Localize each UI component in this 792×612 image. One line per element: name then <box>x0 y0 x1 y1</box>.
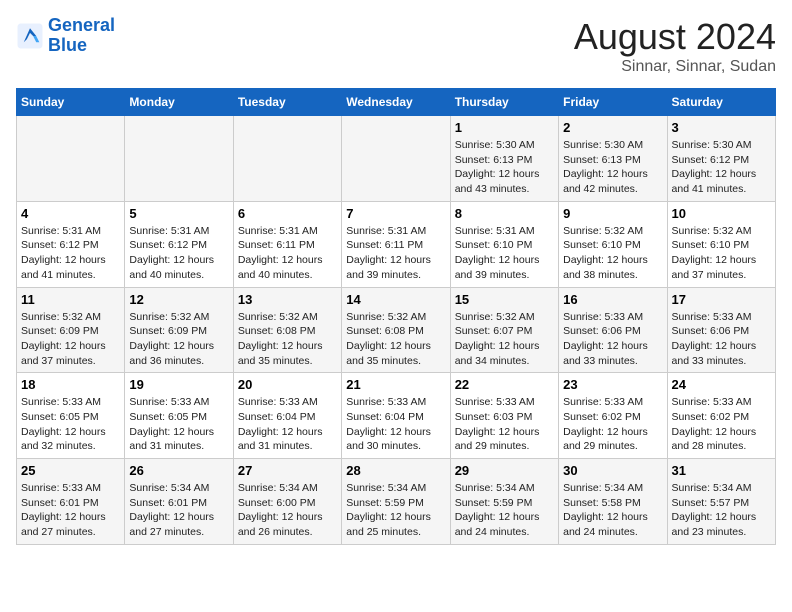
calendar-cell: 29Sunrise: 5:34 AMSunset: 5:59 PMDayligh… <box>450 459 558 545</box>
calendar-cell: 8Sunrise: 5:31 AMSunset: 6:10 PMDaylight… <box>450 201 558 287</box>
calendar-cell: 21Sunrise: 5:33 AMSunset: 6:04 PMDayligh… <box>342 373 450 459</box>
calendar-cell: 10Sunrise: 5:32 AMSunset: 6:10 PMDayligh… <box>667 201 775 287</box>
calendar-cell: 19Sunrise: 5:33 AMSunset: 6:05 PMDayligh… <box>125 373 233 459</box>
calendar-cell: 11Sunrise: 5:32 AMSunset: 6:09 PMDayligh… <box>17 287 125 373</box>
calendar-cell: 12Sunrise: 5:32 AMSunset: 6:09 PMDayligh… <box>125 287 233 373</box>
calendar-cell: 25Sunrise: 5:33 AMSunset: 6:01 PMDayligh… <box>17 459 125 545</box>
calendar-cell <box>233 116 341 202</box>
calendar-cell: 3Sunrise: 5:30 AMSunset: 6:12 PMDaylight… <box>667 116 775 202</box>
calendar-cell: 26Sunrise: 5:34 AMSunset: 6:01 PMDayligh… <box>125 459 233 545</box>
subtitle: Sinnar, Sinnar, Sudan <box>574 58 776 76</box>
calendar-week-row: 4Sunrise: 5:31 AMSunset: 6:12 PMDaylight… <box>17 201 776 287</box>
calendar-week-row: 11Sunrise: 5:32 AMSunset: 6:09 PMDayligh… <box>17 287 776 373</box>
calendar-cell: 13Sunrise: 5:32 AMSunset: 6:08 PMDayligh… <box>233 287 341 373</box>
calendar-cell: 31Sunrise: 5:34 AMSunset: 5:57 PMDayligh… <box>667 459 775 545</box>
header-day: Tuesday <box>233 89 341 116</box>
header-day: Saturday <box>667 89 775 116</box>
header-day: Friday <box>559 89 667 116</box>
calendar-cell: 27Sunrise: 5:34 AMSunset: 6:00 PMDayligh… <box>233 459 341 545</box>
calendar-cell: 15Sunrise: 5:32 AMSunset: 6:07 PMDayligh… <box>450 287 558 373</box>
calendar-cell: 30Sunrise: 5:34 AMSunset: 5:58 PMDayligh… <box>559 459 667 545</box>
calendar-cell: 23Sunrise: 5:33 AMSunset: 6:02 PMDayligh… <box>559 373 667 459</box>
calendar-cell: 6Sunrise: 5:31 AMSunset: 6:11 PMDaylight… <box>233 201 341 287</box>
main-title: August 2024 <box>574 16 776 58</box>
calendar-cell: 18Sunrise: 5:33 AMSunset: 6:05 PMDayligh… <box>17 373 125 459</box>
calendar-cell <box>125 116 233 202</box>
calendar-cell: 5Sunrise: 5:31 AMSunset: 6:12 PMDaylight… <box>125 201 233 287</box>
calendar-cell: 22Sunrise: 5:33 AMSunset: 6:03 PMDayligh… <box>450 373 558 459</box>
calendar-cell: 4Sunrise: 5:31 AMSunset: 6:12 PMDaylight… <box>17 201 125 287</box>
calendar-cell: 28Sunrise: 5:34 AMSunset: 5:59 PMDayligh… <box>342 459 450 545</box>
calendar-cell: 16Sunrise: 5:33 AMSunset: 6:06 PMDayligh… <box>559 287 667 373</box>
logo: General Blue <box>16 16 115 56</box>
calendar-week-row: 25Sunrise: 5:33 AMSunset: 6:01 PMDayligh… <box>17 459 776 545</box>
header-day: Sunday <box>17 89 125 116</box>
calendar-cell <box>17 116 125 202</box>
title-block: August 2024 Sinnar, Sinnar, Sudan <box>574 16 776 76</box>
header-day: Thursday <box>450 89 558 116</box>
calendar-cell <box>342 116 450 202</box>
calendar-week-row: 18Sunrise: 5:33 AMSunset: 6:05 PMDayligh… <box>17 373 776 459</box>
calendar-cell: 17Sunrise: 5:33 AMSunset: 6:06 PMDayligh… <box>667 287 775 373</box>
calendar-table: SundayMondayTuesdayWednesdayThursdayFrid… <box>16 88 776 545</box>
calendar-cell: 24Sunrise: 5:33 AMSunset: 6:02 PMDayligh… <box>667 373 775 459</box>
calendar-cell: 20Sunrise: 5:33 AMSunset: 6:04 PMDayligh… <box>233 373 341 459</box>
calendar-week-row: 1Sunrise: 5:30 AMSunset: 6:13 PMDaylight… <box>17 116 776 202</box>
calendar-cell: 2Sunrise: 5:30 AMSunset: 6:13 PMDaylight… <box>559 116 667 202</box>
page-header: General Blue August 2024 Sinnar, Sinnar,… <box>16 16 776 76</box>
logo-icon <box>16 22 44 50</box>
calendar-cell: 7Sunrise: 5:31 AMSunset: 6:11 PMDaylight… <box>342 201 450 287</box>
logo-text: General Blue <box>48 16 115 56</box>
calendar-cell: 1Sunrise: 5:30 AMSunset: 6:13 PMDaylight… <box>450 116 558 202</box>
calendar-cell: 14Sunrise: 5:32 AMSunset: 6:08 PMDayligh… <box>342 287 450 373</box>
header-day: Monday <box>125 89 233 116</box>
header-row: SundayMondayTuesdayWednesdayThursdayFrid… <box>17 89 776 116</box>
calendar-cell: 9Sunrise: 5:32 AMSunset: 6:10 PMDaylight… <box>559 201 667 287</box>
header-day: Wednesday <box>342 89 450 116</box>
